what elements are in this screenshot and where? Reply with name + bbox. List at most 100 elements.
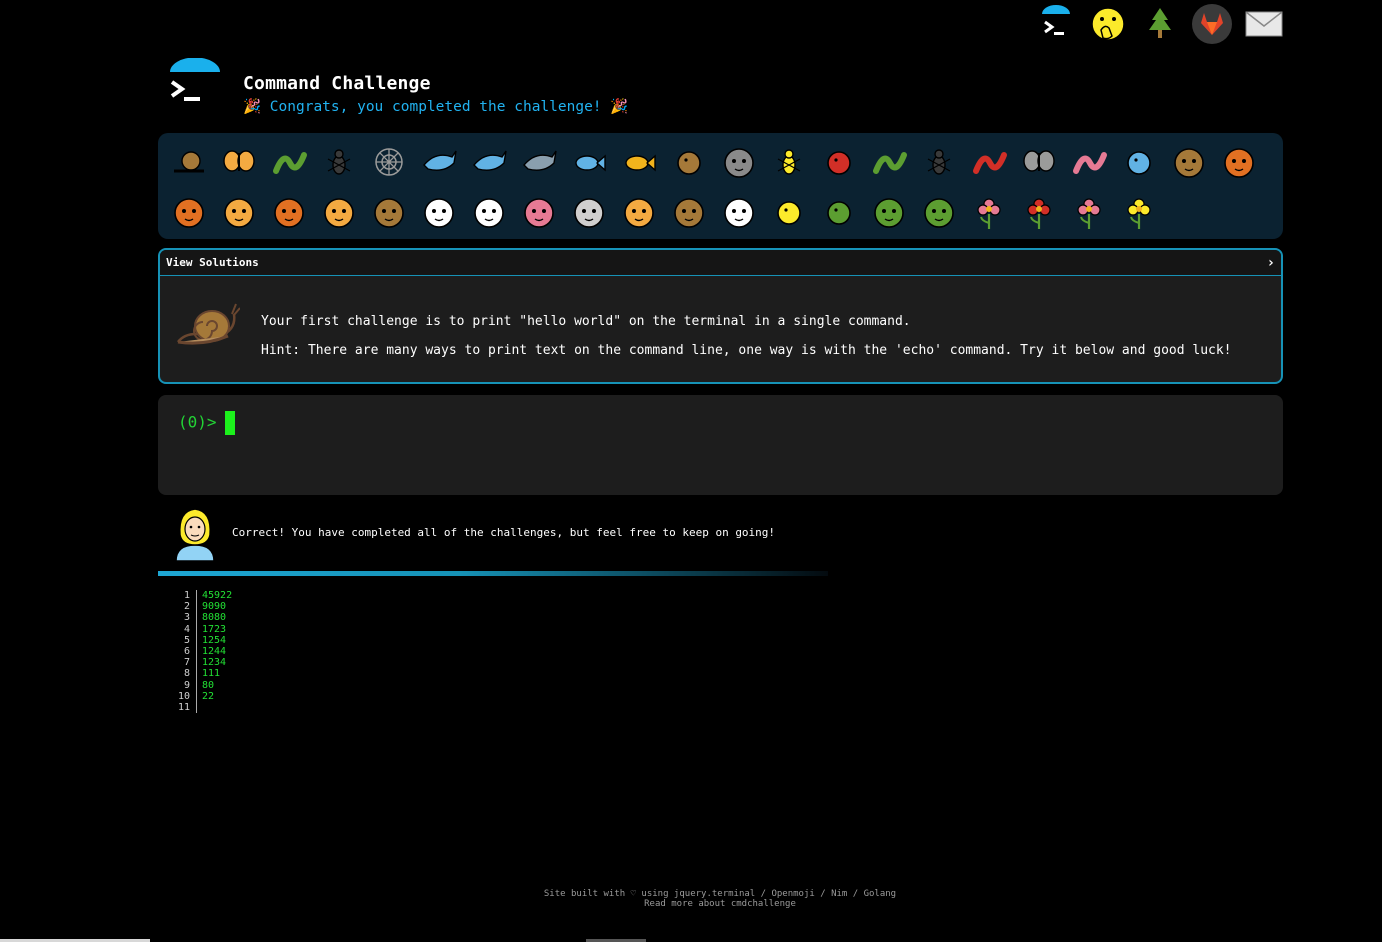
- cmdchallenge-logo-icon: [170, 58, 220, 101]
- horse-icon[interactable]: [364, 187, 414, 237]
- output-value: 45922: [202, 590, 233, 601]
- hamster-icon[interactable]: [614, 187, 664, 237]
- microbe-icon[interactable]: [1114, 137, 1164, 187]
- command-output: 1 45922 2 9090 3 8080 4 1723 5 1254 6 1244 7 1234 8 111…: [170, 590, 233, 714]
- bear-icon[interactable]: [664, 187, 714, 237]
- output-value: 9090: [202, 601, 227, 613]
- cat-icon[interactable]: [214, 187, 264, 237]
- output-row: 11: [170, 702, 232, 714]
- output-value: 80: [202, 679, 215, 691]
- caterpillar-icon[interactable]: [264, 137, 314, 187]
- ant-icon[interactable]: [314, 137, 364, 187]
- mail-icon[interactable]: [1244, 4, 1284, 44]
- party-popper-icon: 🎉: [610, 99, 629, 115]
- cherry-blossom-icon[interactable]: [964, 187, 1014, 237]
- line-number: 3: [170, 612, 197, 624]
- fox-icon[interactable]: [164, 187, 214, 237]
- challenge-description: Your first challenge is to print "hello …: [261, 307, 1232, 365]
- tropical-fish-icon[interactable]: [614, 137, 664, 187]
- challenge-statement: Your first challenge is to print "hello …: [261, 314, 911, 329]
- blowfish-icon[interactable]: [664, 137, 714, 187]
- line-number: 11: [170, 702, 197, 714]
- page-subtitle: 🎉 Congrats, you completed the challenge!…: [243, 98, 628, 115]
- scorpion-icon[interactable]: [964, 137, 1014, 187]
- terminal-prompt: (0)>: [178, 412, 217, 432]
- challenge-hint: Hint: There are many ways to print text …: [261, 343, 1232, 358]
- peacock-icon[interactable]: [814, 187, 864, 237]
- unicorn-icon[interactable]: [414, 187, 464, 237]
- chevron-right-icon: ›: [1266, 254, 1275, 271]
- ladybug-icon[interactable]: [814, 137, 864, 187]
- view-solutions-label: View Solutions: [166, 256, 259, 269]
- butterfly-icon[interactable]: [214, 137, 264, 187]
- gitlab-icon[interactable]: [1192, 4, 1232, 44]
- result-message: Correct! You have completed all of the c…: [232, 526, 776, 539]
- monkey-icon[interactable]: [1164, 137, 1214, 187]
- output-row: 7 1234: [170, 657, 232, 669]
- pig-icon[interactable]: [514, 187, 564, 237]
- fish-icon[interactable]: [564, 137, 614, 187]
- challenge-panel: View Solutions › Your first challenge is…: [158, 248, 1283, 384]
- terminal-logo-icon[interactable]: [1036, 4, 1076, 44]
- tiger-icon[interactable]: [314, 187, 364, 237]
- footer-read-more-link[interactable]: Read more about cmdchallenge: [0, 899, 1382, 909]
- top-nav: [1036, 4, 1284, 44]
- progress-divider: [158, 571, 828, 576]
- lion-icon[interactable]: [264, 187, 314, 237]
- cricket-icon[interactable]: [864, 137, 914, 187]
- wolf-icon[interactable]: [714, 137, 764, 187]
- dolphin-icon[interactable]: [464, 137, 514, 187]
- footer: Site built with ♡ using jquery.terminal …: [0, 889, 1382, 909]
- snail-icon[interactable]: [164, 137, 214, 187]
- person-blond-icon: [175, 508, 215, 561]
- output-value: 1234: [202, 657, 227, 669]
- page-title: Command Challenge: [243, 73, 431, 94]
- hatching-chick-icon[interactable]: [764, 187, 814, 237]
- line-number: 6: [170, 646, 197, 658]
- panda-icon[interactable]: [714, 187, 764, 237]
- output-row: 1 45922: [170, 590, 233, 602]
- whale-icon[interactable]: [414, 137, 464, 187]
- rose-icon[interactable]: [1014, 187, 1064, 237]
- hand-over-mouth-icon[interactable]: [1088, 4, 1128, 44]
- fly-icon[interactable]: [1014, 137, 1064, 187]
- output-row: 8 111: [170, 668, 232, 680]
- frog-icon[interactable]: [864, 187, 914, 237]
- line-number: 5: [170, 634, 197, 647]
- challenge-emoji-bar: [158, 133, 1283, 239]
- hibiscus-icon[interactable]: [1064, 187, 1114, 237]
- view-solutions-toggle[interactable]: View Solutions ›: [160, 250, 1281, 276]
- cow-icon[interactable]: [464, 187, 514, 237]
- output-value: 8080: [202, 612, 227, 624]
- snail-icon: [177, 303, 240, 345]
- line-number: 1: [170, 590, 197, 602]
- shark-icon[interactable]: [514, 137, 564, 187]
- line-number: 7: [170, 657, 197, 669]
- output-value: 22: [202, 690, 215, 702]
- spider-icon[interactable]: [914, 137, 964, 187]
- sunflower-icon[interactable]: [1114, 187, 1164, 237]
- line-number: 4: [170, 623, 197, 635]
- line-number: 8: [170, 668, 197, 680]
- mouse-icon[interactable]: [564, 187, 614, 237]
- line-number: 10: [170, 690, 197, 703]
- footer-credits: Site built with ♡ using jquery.terminal …: [543, 889, 897, 899]
- bee-icon[interactable]: [764, 137, 814, 187]
- subtitle-text: Congrats, you completed the challenge!: [269, 99, 602, 115]
- terminal-cursor: [224, 411, 235, 435]
- output-row: 6 1244: [170, 646, 232, 658]
- dragon-icon[interactable]: [914, 187, 964, 237]
- tree-icon[interactable]: [1140, 4, 1180, 44]
- spider-web-icon[interactable]: [364, 137, 414, 187]
- line-number: 2: [170, 601, 197, 613]
- output-row: 10 22: [170, 690, 232, 703]
- dog-icon[interactable]: [1214, 137, 1264, 187]
- line-number: 9: [170, 679, 197, 691]
- output-row: 5 1254: [170, 634, 232, 647]
- terminal-input[interactable]: (0)>: [158, 395, 1283, 495]
- worm-icon[interactable]: [1064, 137, 1114, 187]
- output-value: 1244: [202, 646, 227, 658]
- output-row: 4 1723: [170, 623, 232, 635]
- output-value: 1723: [202, 623, 227, 635]
- output-row: 9 80: [170, 679, 232, 691]
